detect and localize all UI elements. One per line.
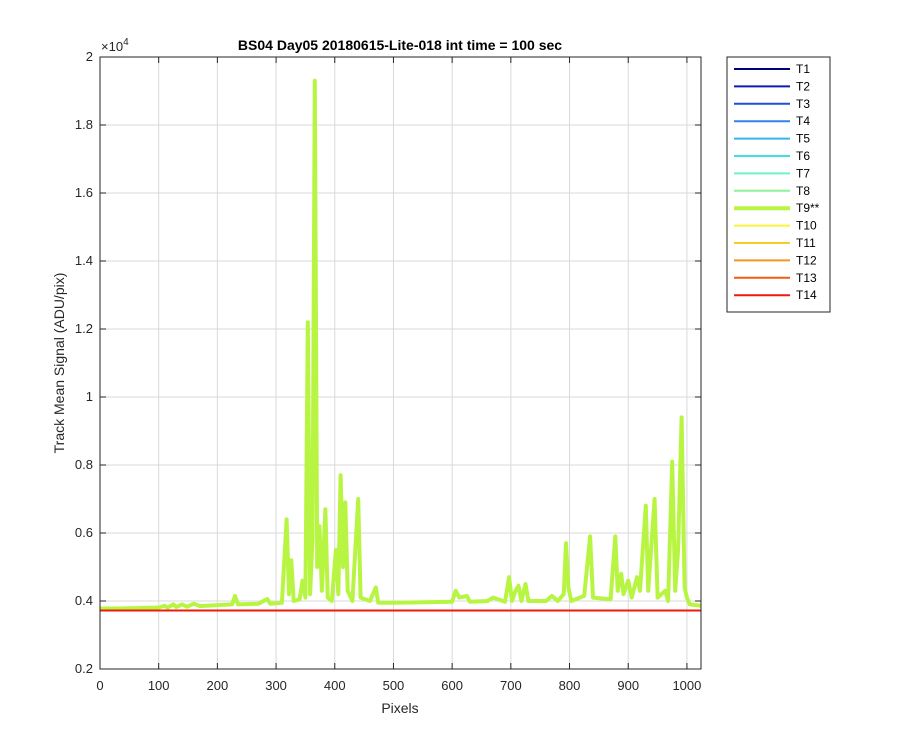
y-tick-label: 1.2 — [75, 321, 93, 336]
x-tick-label: 600 — [441, 678, 463, 693]
x-tick-label: 900 — [617, 678, 639, 693]
x-tick-label: 400 — [324, 678, 346, 693]
x-tick-label: 800 — [559, 678, 581, 693]
legend-label: T13 — [796, 271, 817, 285]
legend-label: T6 — [796, 149, 810, 163]
chart-title: BS04 Day05 20180615-Lite-018 int time = … — [238, 37, 562, 53]
x-tick-label: 300 — [265, 678, 287, 693]
x-tick-label: 0 — [96, 678, 103, 693]
y-tick-label: 2 — [86, 49, 93, 64]
legend-label: T10 — [796, 219, 817, 233]
legend-label: T8 — [796, 184, 810, 198]
legend-label: T14 — [796, 288, 817, 302]
y-tick-label: 0.8 — [75, 457, 93, 472]
legend-label: T2 — [796, 79, 810, 93]
x-tick-label: 200 — [207, 678, 229, 693]
y-tick-label: 0.4 — [75, 593, 93, 608]
legend-label: T4 — [796, 114, 810, 128]
legend: T1 T2 T3 T4 T5 T6 T7 T8 T9** T10 T11 T12 T13 T14 — [726, 56, 831, 313]
x-tick-label: 700 — [500, 678, 522, 693]
chart: 0 100 200 300 400 500 600 700 800 900 1000 0.2 0.4 0.… — [51, 37, 831, 716]
y-tick-label: 0.2 — [75, 661, 93, 676]
x-axis-label: Pixels — [381, 700, 418, 716]
y-tick-label: 1.4 — [75, 253, 93, 268]
legend-label: T9** — [796, 201, 820, 215]
legend-label: T7 — [796, 166, 810, 180]
x-tick-label: 100 — [148, 678, 170, 693]
y-axis-label: Track Mean Signal (ADU/pix) — [51, 273, 67, 454]
y-tick-label: 1.8 — [75, 117, 93, 132]
y-tick-label: 0.6 — [75, 525, 93, 540]
legend-label: T5 — [796, 132, 810, 146]
y-tick-label: 1.6 — [75, 185, 93, 200]
y-tick-label: 1 — [86, 389, 93, 404]
legend-label: T11 — [796, 236, 816, 250]
y-exponent-label: ×104 — [101, 37, 129, 54]
legend-label: T12 — [796, 253, 817, 267]
x-tick-label: 1000 — [672, 678, 701, 693]
x-tick-label: 500 — [383, 678, 405, 693]
legend-label: T1 — [796, 62, 810, 76]
legend-label: T3 — [796, 97, 810, 111]
